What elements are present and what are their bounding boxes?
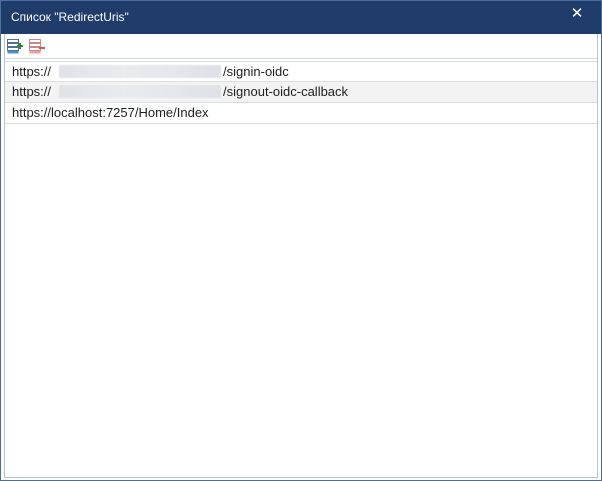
list-item[interactable]: https:// /signout-oidc-callback [5, 82, 597, 103]
redacted-host [59, 85, 222, 98]
add-row-button[interactable] [7, 38, 24, 54]
list-item[interactable]: https:// /signin-oidc [5, 61, 597, 82]
title-bar[interactable]: Список "RedirectUris" ✕ [1, 1, 601, 34]
list-editor: https:// /signin-oidc https:// /signout-oi… [4, 34, 598, 478]
toolbar [5, 34, 597, 59]
uri-list: https:// /signin-oidc https:// /signout-oi… [5, 61, 597, 124]
uri-scheme: https:// [12, 84, 52, 99]
uri-scheme: https:// [12, 64, 52, 79]
close-icon: ✕ [570, 5, 584, 22]
redirect-uris-dialog: Список "RedirectUris" ✕ https:// /signin… [0, 0, 602, 481]
uri-path: /signin-oidc [223, 64, 289, 79]
add-row-icon [7, 38, 24, 54]
uri-path: /signout-oidc-callback [223, 84, 349, 99]
list-item[interactable]: https://localhost:7257/Home/Index [5, 103, 597, 124]
uri-value: https://localhost:7257/Home/Index [12, 105, 209, 120]
redacted-host [59, 65, 222, 78]
remove-row-icon [29, 38, 46, 54]
close-button[interactable]: ✕ [567, 4, 587, 24]
window-title: Список "RedirectUris" [11, 10, 129, 24]
remove-row-button[interactable] [29, 38, 46, 54]
